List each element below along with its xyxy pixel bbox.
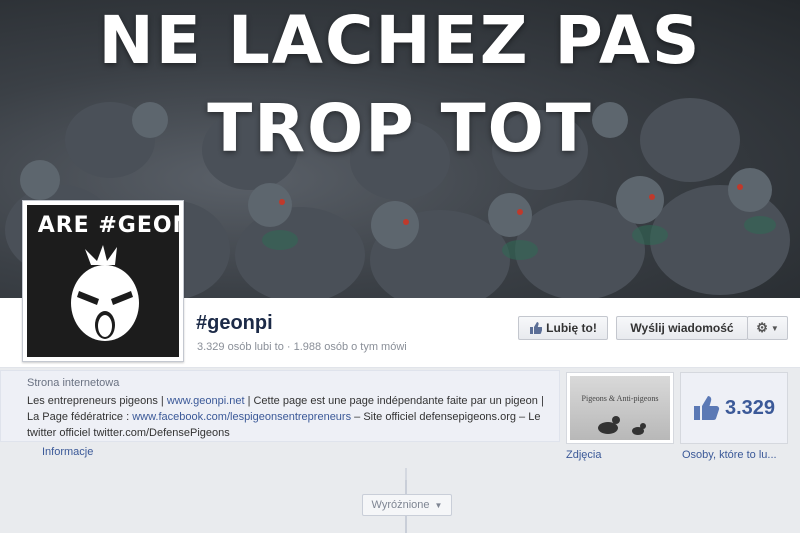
featured-label: Wyróżnione [371, 499, 430, 511]
website-link[interactable]: www.geonpi.net [167, 395, 245, 407]
cover-headline-2: TROP TOT [207, 90, 593, 167]
timeline-divider [405, 468, 407, 480]
like-button-label: Lubię to! [546, 321, 597, 335]
like-button[interactable]: Lubię to! [518, 316, 608, 340]
profile-picture[interactable]: E ARE #GEON [22, 200, 184, 362]
about-text-part: Les entrepreneurs pigeons | [27, 395, 167, 407]
page-title[interactable]: #geonpi [196, 312, 273, 335]
gear-icon: ⚙ [756, 320, 768, 335]
facebook-page: NE LACHEZ PAS TROP TOT E ARE #GEON #geon… [0, 0, 800, 533]
bird-head-icon [71, 245, 139, 341]
pigeons-thumbnail-icon [598, 416, 646, 435]
page-settings-button[interactable]: ⚙ ▼ [747, 316, 788, 340]
photos-caption: Pigeons & Anti-pigeons [581, 394, 659, 403]
cover-headline-1: NE LACHEZ PAS [98, 2, 702, 79]
send-message-button[interactable]: Wyślij wiadomość [616, 316, 748, 340]
photos-tile[interactable]: Pigeons & Anti-pigeons [566, 372, 674, 444]
chevron-down-icon: ▼ [770, 323, 779, 333]
thumbs-up-icon [693, 396, 720, 420]
info-link[interactable]: Informacje [42, 446, 93, 458]
federation-page-link[interactable]: www.facebook.com/lespigeonsentrepreneurs [132, 411, 351, 423]
likes-count: 3.329 [724, 396, 776, 419]
photos-thumbnail: Pigeons & Anti-pigeons [570, 376, 670, 440]
likes-link[interactable]: Osoby, które to lu... [682, 449, 777, 461]
page-stats: 3.329 osób lubi to · 1.988 osób o tym mó… [197, 341, 407, 353]
chevron-down-icon: ▼ [434, 500, 443, 510]
featured-dropdown[interactable]: Wyróżnione ▼ [362, 494, 452, 516]
likes-tile[interactable]: 3.329 [680, 372, 788, 444]
about-label: Strona internetowa [27, 377, 120, 389]
photos-link[interactable]: Zdjęcia [566, 449, 601, 461]
profile-picture-image: E ARE #GEON [27, 205, 179, 357]
thumbs-up-icon [530, 322, 543, 334]
about-text: Les entrepreneurs pigeons | www.geonpi.n… [27, 393, 549, 441]
about-section: Strona internetowa Les entrepreneurs pig… [0, 370, 560, 442]
